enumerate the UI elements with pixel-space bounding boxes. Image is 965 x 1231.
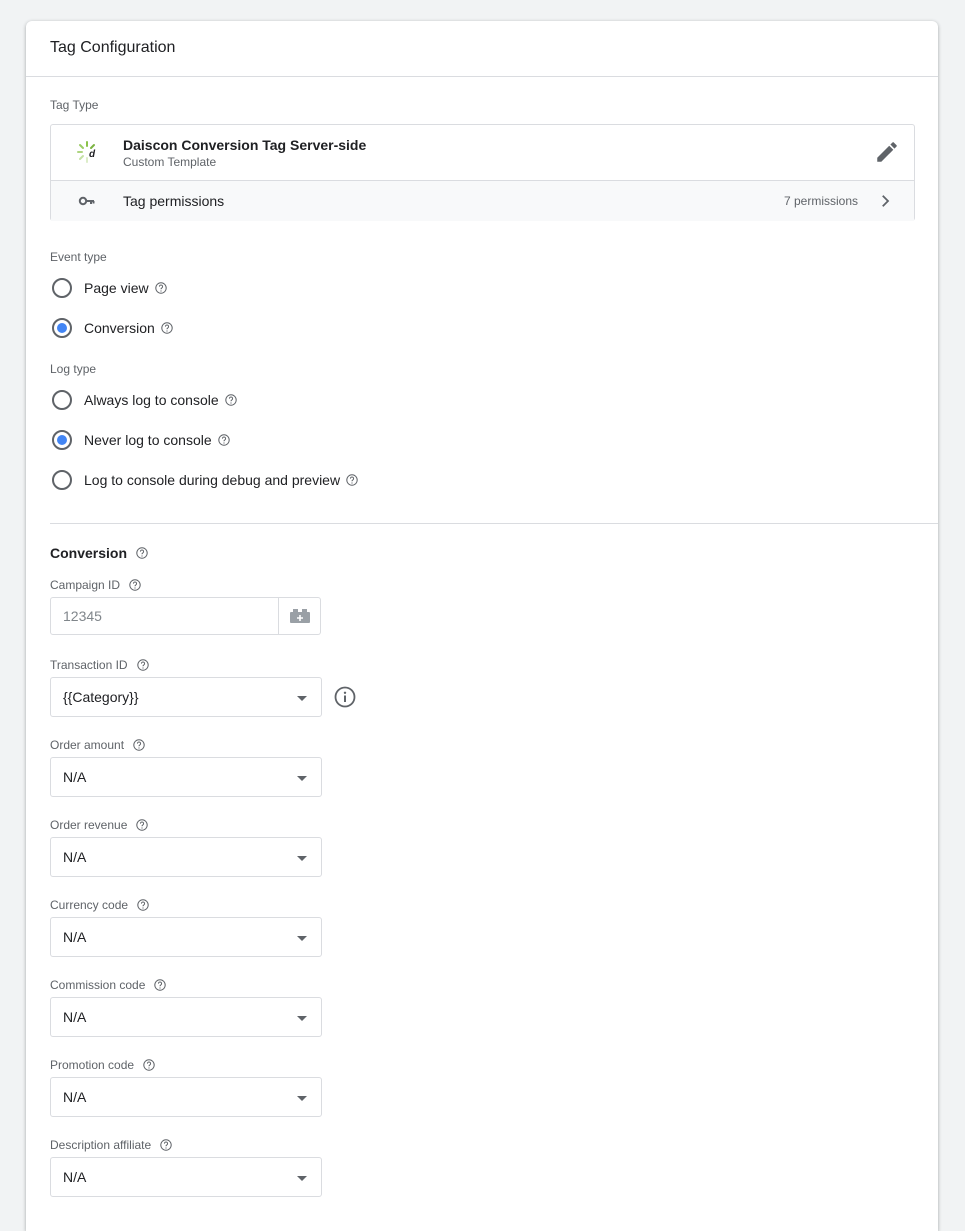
radio-label: Page view [84,280,149,296]
pencil-icon[interactable] [874,139,900,165]
dropdown-caret-icon [297,776,307,781]
help-icon[interactable] [346,474,358,486]
field-label-text: Currency code [50,898,129,912]
radio-conversion[interactable]: Conversion [50,316,173,340]
field-label-text: Campaign ID [50,578,121,592]
tag-type-row[interactable]: d Daiscon Conversion Tag Server-side Cus… [51,125,914,180]
radio-page-view[interactable]: Page view [50,276,167,300]
select-value: N/A [63,1089,87,1105]
help-icon[interactable] [224,394,237,406]
dropdown-caret-icon [297,696,307,701]
title-divider [26,76,938,77]
radio-button[interactable] [52,278,72,298]
promotion-code-label: Promotion code [50,1058,155,1072]
commission-code-label: Commission code [50,978,167,992]
conversion-title-text: Conversion [50,545,128,561]
info-icon[interactable] [334,686,356,708]
order-revenue-select[interactable]: N/A [50,837,322,877]
help-icon[interactable] [161,322,173,334]
tag-type-label: Tag Type [50,98,99,112]
currency-code-label: Currency code [50,898,149,912]
template-name: Daiscon Conversion Tag Server-side [123,137,367,153]
dropdown-caret-icon [297,1096,307,1101]
radio-label: Conversion [84,320,155,336]
campaign-id-input[interactable] [50,597,279,635]
description-affiliate-select[interactable]: N/A [50,1157,322,1197]
tag-permissions-label: Tag permissions [123,193,225,209]
tag-permissions-row[interactable]: Tag permissions 7 permissions [51,180,914,221]
dropdown-caret-icon [297,856,307,861]
radio-label: Always log to console [84,392,219,408]
promotion-code-select[interactable]: N/A [50,1077,322,1117]
select-value: {{Category}} [63,689,139,705]
select-value: N/A [63,1169,87,1185]
select-value: N/A [63,929,87,945]
radio-label: Never log to console [84,432,212,448]
key-icon [78,196,95,206]
transaction-id-label: Transaction ID [50,658,149,672]
select-value: N/A [63,769,87,785]
help-icon[interactable] [129,579,141,591]
transaction-id-select[interactable]: {{Category}} [50,677,322,717]
select-value: N/A [63,849,87,865]
currency-code-select[interactable]: N/A [50,917,322,957]
conversion-section-title: Conversion [50,545,148,561]
help-icon[interactable] [136,819,149,831]
radio-never-log[interactable]: Never log to console [50,428,230,452]
variable-picker-button[interactable] [279,597,321,635]
order-amount-select[interactable]: N/A [50,757,322,797]
dropdown-caret-icon [297,1016,307,1021]
help-icon[interactable] [136,659,149,671]
tag-configuration-card: Tag Configuration Tag Type d Daiscon Con… [26,21,938,1231]
radio-button-checked[interactable] [52,318,72,338]
radio-label: Log to console during debug and preview [84,472,341,488]
radio-always-log[interactable]: Always log to console [50,388,237,412]
field-label-text: Promotion code [50,1058,135,1072]
section-divider [50,523,938,524]
dropdown-caret-icon [297,936,307,941]
tag-type-box: d Daiscon Conversion Tag Server-side Cus… [50,124,915,221]
help-icon[interactable] [217,434,230,446]
help-icon[interactable] [154,979,167,991]
radio-log-debug[interactable]: Log to console during debug and preview [50,468,358,492]
radio-button[interactable] [52,470,72,490]
variable-picker-icon [289,609,310,623]
event-type-label: Event type [50,250,107,264]
help-icon[interactable] [136,547,148,559]
field-label-text: Description affiliate [50,1138,152,1152]
help-icon[interactable] [133,739,145,751]
help-icon[interactable] [137,899,149,911]
radio-button[interactable] [52,390,72,410]
field-label-text: Transaction ID [50,658,128,672]
order-amount-label: Order amount [50,738,145,752]
select-value: N/A [63,1009,87,1025]
field-label-text: Order amount [50,738,125,752]
daiscon-logo-icon: d [77,141,96,163]
commission-code-select[interactable]: N/A [50,997,322,1037]
permissions-count: 7 permissions [783,194,858,208]
description-affiliate-label: Description affiliate [50,1138,172,1152]
card-title: Tag Configuration [50,39,176,56]
dropdown-caret-icon [297,1176,307,1181]
help-icon[interactable] [160,1139,172,1151]
log-type-label: Log type [50,362,97,376]
chevron-right-icon[interactable] [876,192,894,210]
help-icon[interactable] [143,1059,155,1071]
template-subtitle: Custom Template [123,155,217,169]
campaign-id-label: Campaign ID [50,578,141,592]
field-label-text: Order revenue [50,818,128,832]
svg-text:d: d [89,149,96,160]
order-revenue-label: Order revenue [50,818,149,832]
help-icon[interactable] [154,282,167,294]
field-label-text: Commission code [50,978,146,992]
radio-button-checked[interactable] [52,430,72,450]
